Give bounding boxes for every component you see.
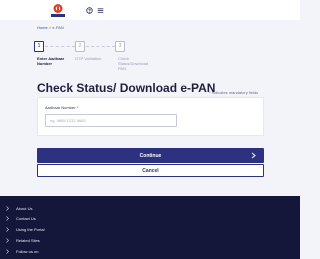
chevron-right-icon — [6, 206, 9, 211]
step-connector — [45, 46, 75, 47]
step-2-label: OTP Validation — [75, 56, 102, 61]
cancel-button[interactable]: Cancel — [37, 164, 264, 177]
hamburger-menu-icon[interactable] — [97, 7, 104, 14]
chevron-right-icon — [6, 216, 9, 221]
footer-item-follow-us-on[interactable]: Follow us on — [0, 248, 300, 256]
breadcrumb-home-link[interactable]: Home — [37, 25, 48, 30]
chevron-right-icon — [251, 152, 256, 159]
footer-item-related-sites[interactable]: Related Sites — [0, 237, 300, 245]
footer-item-label: Using the Portal — [16, 227, 45, 232]
breadcrumb: Home > e-PAN — [37, 25, 64, 30]
footer-item-using-the-portal[interactable]: Using the Portal — [0, 226, 300, 234]
aadhaar-form-card: Aadhaar Number * — [37, 97, 264, 136]
chevron-right-icon — [6, 238, 9, 243]
footer-item-contact-us[interactable]: Contact Us — [0, 215, 300, 223]
mandatory-fields-note: * Indicates mandatory fields — [209, 90, 259, 95]
continue-button[interactable]: Continue — [37, 148, 264, 163]
top-header — [0, 0, 300, 20]
chevron-right-icon — [6, 227, 9, 232]
footer: About Us Contact Us Using the Portal Rel… — [0, 196, 300, 259]
tax-department-logo[interactable] — [48, 3, 68, 18]
footer-item-label: Related Sites — [16, 238, 40, 243]
footer-item-label: About Us — [16, 206, 33, 211]
step-3-indicator: 3 — [115, 41, 125, 52]
step-3-label: Check Status/Download PAN — [118, 56, 149, 71]
step-connector — [86, 46, 115, 47]
breadcrumb-current: e-PAN — [52, 25, 64, 30]
footer-item-about-us[interactable]: About Us — [0, 205, 300, 213]
footer-item-label: Follow us on — [16, 249, 39, 254]
footer-item-label: Contact Us — [16, 216, 36, 221]
aadhaar-number-label: Aadhaar Number * — [45, 105, 79, 110]
step-2-indicator: 2 — [75, 41, 85, 52]
help-circle-icon[interactable] — [86, 7, 93, 14]
continue-button-label: Continue — [139, 152, 162, 159]
step-1-indicator: 1 — [34, 41, 44, 52]
breadcrumb-separator: > — [48, 25, 52, 30]
chevron-right-icon — [6, 249, 9, 254]
aadhaar-number-input[interactable] — [45, 114, 177, 127]
step-1-label: Enter Aadhaar Number — [37, 56, 65, 66]
page-title: Check Status/ Download e-PAN — [37, 81, 216, 95]
